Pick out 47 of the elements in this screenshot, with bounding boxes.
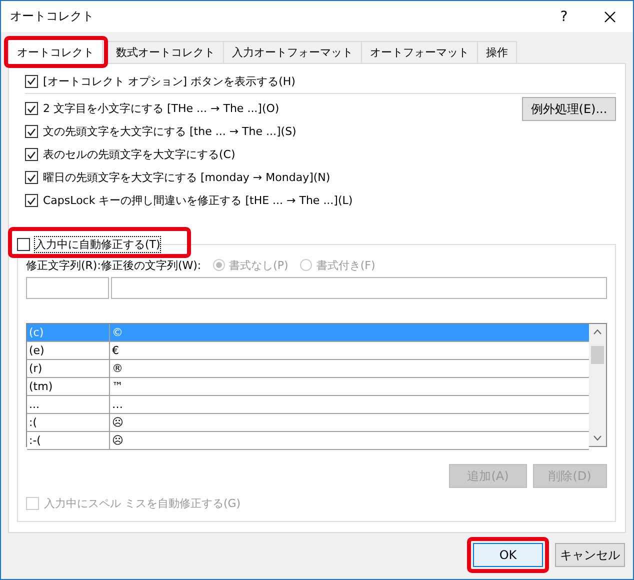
input-field[interactable] xyxy=(111,277,607,299)
scroll-down-icon[interactable] xyxy=(593,435,602,441)
table-cell[interactable]: ... xyxy=(27,396,110,413)
checkbox-label: 2 文字目を小文字にする [THe ... → The ...](O) xyxy=(43,101,280,116)
checkbox-label: 文の先頭文字を大文字にする [the ... → The ...](S) xyxy=(43,124,296,139)
checkbox[interactable] xyxy=(25,102,38,115)
radio-label: 書式付き(F) xyxy=(316,258,376,272)
checkbox[interactable] xyxy=(17,238,30,251)
replacement-list[interactable]: (c) © (e) € (r) ® (tm) ™ ... … :( ☹ :-( ☹ xyxy=(26,323,607,447)
checkbox[interactable] xyxy=(25,194,38,207)
checkbox[interactable] xyxy=(25,125,38,138)
cancel-button[interactable]: キャンセル xyxy=(555,543,625,567)
scrollbar[interactable] xyxy=(589,324,606,446)
table-cell[interactable]: ☹ xyxy=(110,432,589,449)
table-cell[interactable]: :-( xyxy=(27,432,110,449)
radio-button[interactable] xyxy=(213,259,226,271)
table-cell[interactable]: … xyxy=(110,396,589,413)
checkbox-label: 表のセルの先頭文字を大文字にする(C) xyxy=(43,147,236,162)
checkbox-label: 入力中に自動修正する(T) xyxy=(34,236,162,253)
table-cell[interactable]: € xyxy=(110,342,589,359)
exceptions-button[interactable]: 例外処理(E)... xyxy=(522,97,616,121)
checkbox[interactable] xyxy=(25,171,38,184)
checkbox-label: [オートコレクト オプション] ボタンを表示する(H) xyxy=(43,74,296,88)
scroll-up-icon[interactable] xyxy=(593,329,602,335)
table-cell[interactable]: (e) xyxy=(27,342,110,359)
checkbox-label: CapsLock キーの押し間違いを修正する [tHE ... → The ...](L) xyxy=(43,193,353,208)
table-cell[interactable]: ™ xyxy=(110,378,589,395)
radio-label: 書式なし(P) xyxy=(229,258,288,272)
checkbox-label: 曜日の先頭文字を大文字にする [monday → Monday](N) xyxy=(43,170,330,185)
checkbox-label: 入力中にスペル ミスを自動修正する(G) xyxy=(44,496,241,511)
ok-button[interactable]: OK xyxy=(473,543,543,567)
field-label: 修正文字列(R): xyxy=(26,258,101,272)
help-button[interactable]: ? xyxy=(541,8,587,24)
window-title: オートコレクト xyxy=(10,8,95,25)
table-cell[interactable]: (tm) xyxy=(27,378,110,395)
radio-button[interactable] xyxy=(300,259,312,271)
input-field[interactable] xyxy=(26,277,109,299)
tab[interactable]: 操作 xyxy=(477,41,517,63)
field-label: 修正後の文字列(W): xyxy=(100,258,202,272)
table-cell[interactable]: ☹ xyxy=(110,414,589,431)
checkbox[interactable] xyxy=(25,74,38,88)
checkbox[interactable] xyxy=(25,148,38,161)
table-cell[interactable]: :( xyxy=(27,414,110,431)
scroll-thumb[interactable] xyxy=(591,346,604,364)
table-cell[interactable]: ® xyxy=(110,360,589,377)
table-cell[interactable]: (r) xyxy=(27,360,110,377)
tab[interactable]: オートコレクト xyxy=(8,39,103,64)
